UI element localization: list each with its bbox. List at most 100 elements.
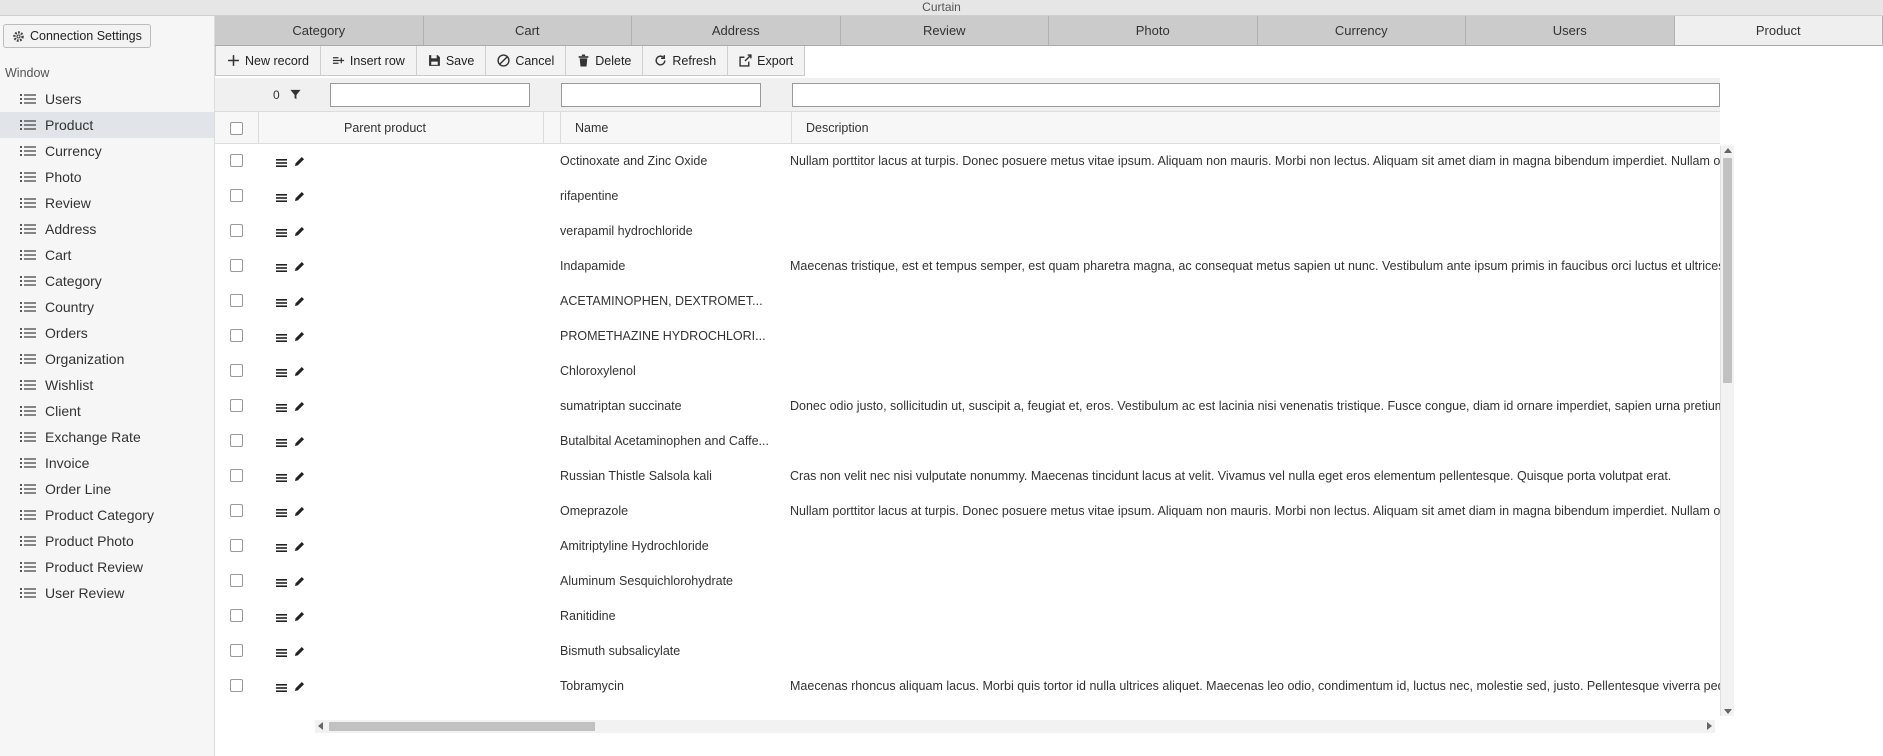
name-cell[interactable]: Octinoxate and Zinc Oxide [560, 144, 775, 179]
pencil-icon[interactable] [294, 366, 305, 377]
sidebar-item-exchange-rate[interactable]: Exchange Rate [0, 424, 214, 450]
delete-button[interactable]: Delete [566, 46, 644, 75]
name-cell[interactable]: Ranitidine [560, 599, 775, 634]
table-row[interactable]: sumatriptan succinate Donec odio justo, s… [215, 389, 1720, 424]
sidebar-item-currency[interactable]: Currency [0, 138, 214, 164]
sidebar-item-invoice[interactable]: Invoice [0, 450, 214, 476]
pencil-icon[interactable] [294, 541, 305, 552]
table-row[interactable]: Indapamide Maecenas tristique, est et tem… [215, 249, 1720, 284]
description-cell[interactable]: Donec odio justo, sollicitudin ut, susci… [790, 389, 1720, 424]
tab-product[interactable]: Product [1674, 16, 1883, 45]
sidebar-item-product-photo[interactable]: Product Photo [0, 528, 214, 554]
sidebar-item-address[interactable]: Address [0, 216, 214, 242]
pencil-icon[interactable] [294, 576, 305, 587]
name-cell[interactable]: sumatriptan succinate [560, 389, 775, 424]
pencil-icon[interactable] [294, 401, 305, 412]
table-row[interactable]: zolpidem tartrate [215, 704, 1720, 714]
cancel-button[interactable]: Cancel [486, 46, 567, 75]
row-menu-icon[interactable] [276, 613, 287, 623]
pencil-icon[interactable] [294, 156, 305, 167]
description-cell[interactable]: Nullam porttitor lacus at turpis. Donec … [790, 144, 1720, 179]
pencil-icon[interactable] [294, 226, 305, 237]
description-cell[interactable]: Cras non velit nec nisi vulputate nonumm… [790, 459, 1720, 494]
row-checkbox[interactable] [230, 154, 243, 167]
connection-settings-button[interactable]: Connection Settings [3, 24, 151, 48]
row-menu-icon[interactable] [276, 648, 287, 658]
tab-address[interactable]: Address [632, 16, 841, 45]
sidebar-item-photo[interactable]: Photo [0, 164, 214, 190]
pencil-icon[interactable] [294, 296, 305, 307]
name-cell[interactable]: Amitriptyline Hydrochloride [560, 529, 775, 564]
table-row[interactable]: Amitriptyline Hydrochloride [215, 529, 1720, 564]
row-checkbox[interactable] [230, 609, 243, 622]
insert-row-button[interactable]: Insert row [321, 46, 417, 75]
sidebar-item-organization[interactable]: Organization [0, 346, 214, 372]
sidebar-item-wishlist[interactable]: Wishlist [0, 372, 214, 398]
table-row[interactable]: Ranitidine [215, 599, 1720, 634]
pencil-icon[interactable] [294, 471, 305, 482]
table-row[interactable]: verapamil hydrochloride [215, 214, 1720, 249]
column-header-name[interactable]: Name [561, 112, 792, 144]
table-row[interactable]: Bismuth subsalicylate [215, 634, 1720, 669]
pencil-icon[interactable] [294, 646, 305, 657]
pencil-icon[interactable] [294, 331, 305, 342]
description-cell[interactable]: Nullam porttitor lacus at turpis. Donec … [790, 494, 1720, 529]
name-cell[interactable]: Chloroxylenol [560, 354, 775, 389]
export-button[interactable]: Export [728, 46, 804, 75]
name-cell[interactable]: Russian Thistle Salsola kali [560, 459, 775, 494]
row-menu-icon[interactable] [276, 438, 287, 448]
row-checkbox[interactable] [230, 189, 243, 202]
scroll-left-arrow[interactable] [318, 722, 323, 730]
sidebar-item-product[interactable]: Product [0, 112, 214, 138]
name-cell[interactable]: PROMETHAZINE HYDROCHLORI... [560, 319, 775, 354]
name-cell[interactable]: Butalbital Acetaminophen and Caffe... [560, 424, 775, 459]
vertical-scrollbar[interactable] [1720, 146, 1734, 716]
tab-currency[interactable]: Currency [1257, 16, 1466, 45]
name-filter-input[interactable] [561, 83, 761, 107]
description-cell[interactable]: Maecenas rhoncus aliquam lacus. Morbi qu… [790, 669, 1720, 704]
refresh-button[interactable]: Refresh [643, 46, 729, 75]
row-checkbox[interactable] [230, 399, 243, 412]
pencil-icon[interactable] [294, 681, 305, 692]
row-checkbox[interactable] [230, 259, 243, 272]
table-row[interactable]: Tobramycin Maecenas rhoncus aliquam lacus… [215, 669, 1720, 704]
sidebar-item-client[interactable]: Client [0, 398, 214, 424]
row-checkbox[interactable] [230, 364, 243, 377]
row-menu-icon[interactable] [276, 263, 287, 273]
vertical-scroll-thumb[interactable] [1723, 158, 1732, 383]
table-row[interactable]: Russian Thistle Salsola kali Cras non vel… [215, 459, 1720, 494]
row-checkbox[interactable] [230, 574, 243, 587]
scroll-up-arrow[interactable] [1724, 148, 1732, 153]
table-row[interactable]: Aluminum Sesquichlorohydrate [215, 564, 1720, 599]
row-checkbox[interactable] [230, 224, 243, 237]
column-header-description[interactable]: Description [792, 112, 1720, 144]
name-cell[interactable]: Tobramycin [560, 669, 775, 704]
row-checkbox[interactable] [230, 539, 243, 552]
sidebar-item-users[interactable]: Users [0, 86, 214, 112]
row-checkbox[interactable] [230, 294, 243, 307]
name-cell[interactable]: zolpidem tartrate [560, 704, 775, 714]
scroll-right-arrow[interactable] [1707, 722, 1712, 730]
tab-category[interactable]: Category [215, 16, 424, 45]
row-checkbox[interactable] [230, 679, 243, 692]
row-menu-icon[interactable] [276, 473, 287, 483]
table-row[interactable]: Omeprazole Nullam porttitor lacus at turp… [215, 494, 1720, 529]
tab-users[interactable]: Users [1466, 16, 1675, 45]
row-menu-icon[interactable] [276, 158, 287, 168]
sidebar-item-user-review[interactable]: User Review [0, 580, 214, 606]
scroll-down-arrow[interactable] [1724, 709, 1732, 714]
row-menu-icon[interactable] [276, 403, 287, 413]
horizontal-scrollbar[interactable] [315, 720, 1715, 733]
tab-cart[interactable]: Cart [423, 16, 632, 45]
sidebar-item-product-review[interactable]: Product Review [0, 554, 214, 580]
table-row[interactable]: PROMETHAZINE HYDROCHLORI... [215, 319, 1720, 354]
row-menu-icon[interactable] [276, 368, 287, 378]
row-checkbox[interactable] [230, 469, 243, 482]
row-menu-icon[interactable] [276, 298, 287, 308]
table-row[interactable]: Octinoxate and Zinc Oxide Nullam porttito… [215, 144, 1720, 179]
tab-photo[interactable]: Photo [1049, 16, 1258, 45]
name-cell[interactable]: rifapentine [560, 179, 775, 214]
row-checkbox[interactable] [230, 644, 243, 657]
sidebar-item-order-line[interactable]: Order Line [0, 476, 214, 502]
pencil-icon[interactable] [294, 261, 305, 272]
